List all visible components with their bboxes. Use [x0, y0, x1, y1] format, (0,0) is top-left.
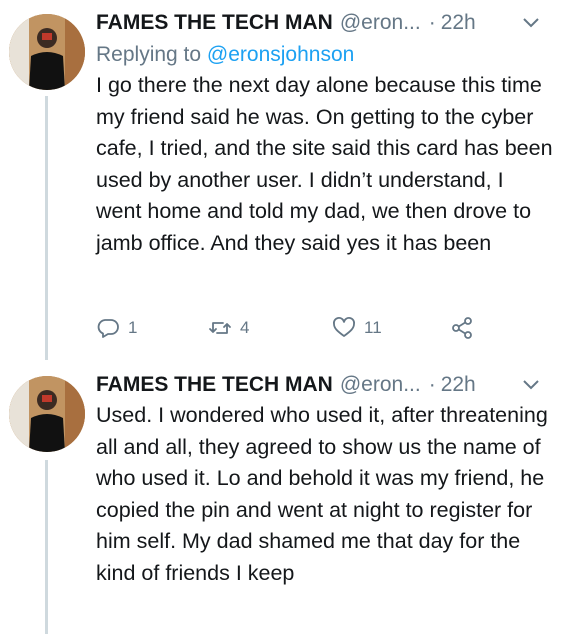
- tweet-text: I go there the next day alone because th…: [96, 73, 553, 255]
- timestamp[interactable]: 22h: [441, 373, 476, 397]
- tweet-actions: 1 4 11: [96, 316, 516, 346]
- retweet-count: 4: [240, 318, 250, 337]
- replying-to: Replying to @eronsjohnson: [96, 40, 554, 70]
- retweet-button[interactable]: 4: [208, 316, 249, 340]
- reply-icon: [97, 319, 119, 338]
- share-button[interactable]: [450, 316, 474, 340]
- tweet-1[interactable]: FAMES THE TECH MAN @eron... · 22h Replyi…: [0, 0, 564, 360]
- profile-photo: [9, 376, 85, 452]
- tweet-header: FAMES THE TECH MAN @eron... · 22h: [96, 370, 554, 400]
- avatar[interactable]: [9, 14, 85, 90]
- thread-line: [45, 460, 48, 634]
- reply-button[interactable]: 1: [96, 316, 137, 340]
- tweet-header: FAMES THE TECH MAN @eron... · 22h: [96, 8, 554, 38]
- like-button[interactable]: 11: [332, 316, 382, 340]
- separator-dot: ·: [428, 11, 436, 34]
- mention-link[interactable]: @eronsjohnson: [207, 43, 354, 66]
- share-icon: [452, 317, 472, 339]
- replying-prefix: Replying to: [96, 43, 207, 66]
- chevron-down-icon[interactable]: [522, 379, 540, 391]
- heart-icon: [333, 317, 355, 337]
- like-count: 11: [364, 318, 382, 337]
- retweet-icon: [209, 322, 231, 334]
- tweet-2[interactable]: FAMES THE TECH MAN @eron... · 22h Used. …: [0, 360, 564, 634]
- user-handle[interactable]: @eron...: [340, 11, 421, 35]
- thread-line: [45, 96, 48, 360]
- timestamp[interactable]: 22h: [441, 11, 476, 35]
- separator-dot: ·: [428, 373, 436, 396]
- display-name[interactable]: FAMES THE TECH MAN: [96, 373, 333, 397]
- chevron-down-icon[interactable]: [522, 17, 540, 29]
- reply-count: 1: [128, 318, 138, 337]
- user-handle[interactable]: @eron...: [340, 373, 421, 397]
- profile-photo: [9, 14, 85, 90]
- tweet-text: Used. I wondered who used it, after thre…: [96, 403, 548, 585]
- avatar[interactable]: [9, 376, 85, 452]
- display-name[interactable]: FAMES THE TECH MAN: [96, 11, 333, 35]
